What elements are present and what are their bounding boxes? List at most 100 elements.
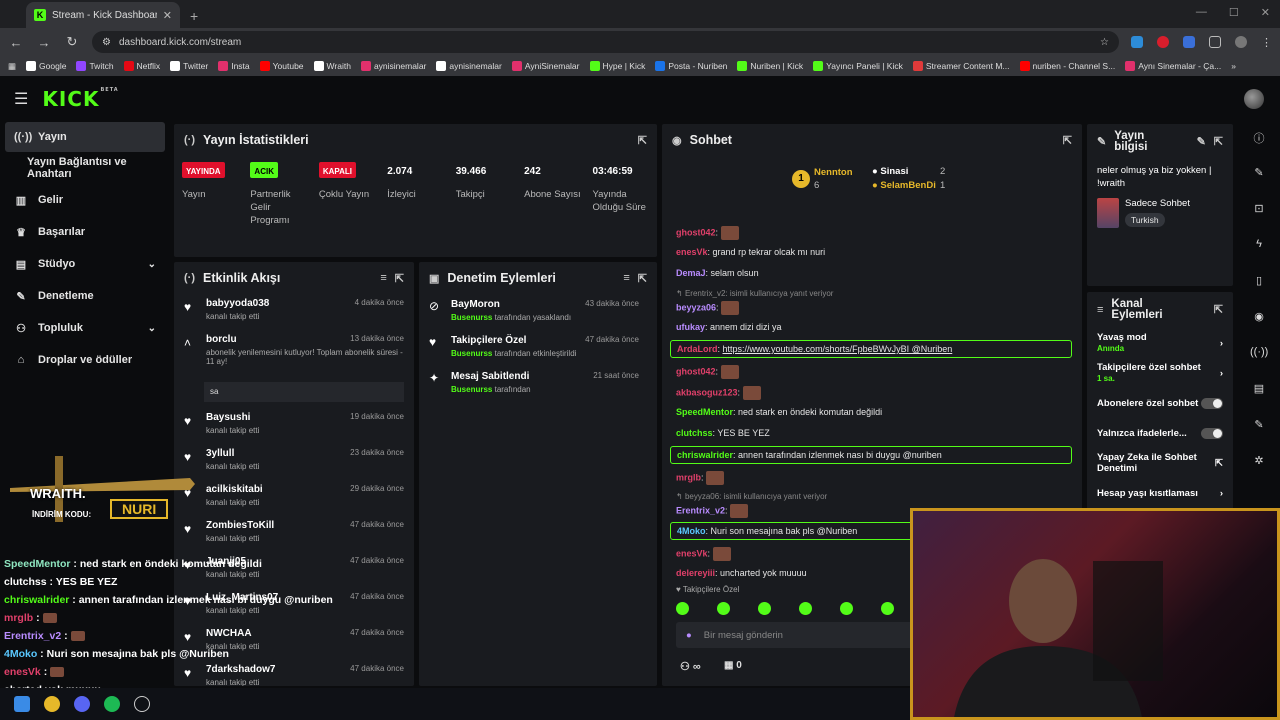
filter-icon[interactable]: ≡: [623, 272, 629, 284]
spotify-icon[interactable]: [104, 696, 120, 712]
windows-start-icon[interactable]: [14, 696, 30, 712]
moderator-name[interactable]: Busenurss: [451, 313, 492, 322]
reload-icon[interactable]: ↻: [64, 34, 80, 50]
layers-icon[interactable]: ▤: [1250, 382, 1268, 400]
emote-icon[interactable]: [676, 602, 689, 615]
chat-username[interactable]: Erentrix_v2: [676, 505, 725, 515]
chat-username[interactable]: ufukay: [676, 322, 705, 332]
chat-counter[interactable]: ▦ 0: [724, 660, 742, 671]
slow-mode-row[interactable]: Yavaş mod Anında ›: [1087, 328, 1233, 358]
account-age-row[interactable]: Hesap yaşı kısıtlaması ›: [1087, 478, 1233, 508]
popout-icon[interactable]: ⇱: [395, 272, 404, 285]
target-icon[interactable]: ⊡: [1250, 202, 1268, 220]
emote-icon[interactable]: [717, 602, 730, 615]
chat-users-icon[interactable]: ⚇ ∞: [680, 660, 701, 673]
activity-username[interactable]: ZombiesToKill: [206, 520, 274, 531]
chat-username[interactable]: 4Moko: [677, 526, 706, 536]
bookmark-item[interactable]: Streamer Content M...: [912, 61, 1010, 71]
bookmark-item[interactable]: Yayıncı Paneli | Kick: [813, 61, 903, 71]
bookmark-item[interactable]: Nuriben | Kick: [737, 61, 803, 71]
chat-username[interactable]: clutchss: [676, 428, 713, 438]
leader-2[interactable]: ● Sinasi: [872, 166, 908, 177]
chat-username[interactable]: beyyza06: [676, 302, 716, 312]
activity-username[interactable]: borclu: [206, 334, 237, 345]
edit-icon[interactable]: ✎: [1250, 166, 1268, 184]
bookmark-item[interactable]: Hype | Kick: [589, 61, 645, 71]
moderator-name[interactable]: Busenurss: [451, 349, 492, 358]
activity-username[interactable]: 3yllull: [206, 448, 234, 459]
menu-dots-icon[interactable]: ⋮: [1261, 36, 1272, 49]
chat-username[interactable]: enesVk: [676, 548, 708, 558]
leader-name[interactable]: Nennton: [814, 167, 853, 178]
document-icon[interactable]: ▯: [1250, 274, 1268, 292]
extension-icon[interactable]: [1157, 36, 1169, 48]
bookmark-item[interactable]: Aynı Sinemalar - Ça...: [1125, 61, 1221, 71]
broadcast-icon[interactable]: ((·)): [1250, 346, 1268, 364]
apps-grid-icon[interactable]: ▦: [8, 61, 16, 72]
chat-username[interactable]: enesVk: [676, 247, 708, 257]
moderation-title[interactable]: Mesaj Sabitlendi: [451, 371, 529, 382]
subs-only-toggle[interactable]: [1201, 397, 1223, 409]
bookmark-item[interactable]: nuriben - Channel S...: [1019, 61, 1115, 71]
site-info-icon[interactable]: ⚙: [102, 37, 111, 48]
popout-icon[interactable]: ⇱: [1063, 134, 1072, 147]
wrench-icon[interactable]: ✎: [1250, 418, 1268, 436]
back-icon[interactable]: ←: [8, 35, 24, 50]
bookmark-item[interactable]: Twitter: [170, 61, 208, 71]
user-avatar[interactable]: [1244, 89, 1264, 109]
bookmark-item[interactable]: AyniSinemalar: [511, 61, 580, 71]
leader-3[interactable]: ● SelamBenDi: [872, 180, 936, 191]
bookmark-item[interactable]: aynisinemalar: [436, 61, 502, 71]
obs-icon[interactable]: [134, 696, 150, 712]
sidebar-item-basarilar[interactable]: ♛ Başarılar: [0, 216, 170, 248]
sidebar-item-gelir[interactable]: ▥ Gelir: [0, 184, 170, 216]
popout-icon[interactable]: ⇱: [638, 272, 647, 285]
sidebar-item-studyo[interactable]: ▤ Stüdyo ⌄: [0, 248, 170, 280]
emote-icon[interactable]: [881, 602, 894, 615]
settings-icon[interactable]: ✲: [1250, 454, 1268, 472]
minimize-icon[interactable]: —: [1196, 6, 1207, 19]
bookmark-item[interactable]: Wraith: [313, 61, 351, 71]
moderation-title[interactable]: Takipçilere Özel: [451, 335, 526, 346]
close-window-icon[interactable]: ✕: [1261, 6, 1270, 19]
filter-icon[interactable]: ≡: [380, 272, 386, 284]
sidebar-item-droplar[interactable]: ⌂ Droplar ve ödüller: [0, 344, 170, 376]
chat-username[interactable]: DemaJ: [676, 268, 706, 278]
moderation-title[interactable]: BayMoron: [451, 299, 500, 310]
bookmark-star-icon[interactable]: ☆: [1100, 37, 1109, 48]
chat-username[interactable]: ghost042: [676, 227, 716, 237]
bookmark-item[interactable]: Insta: [218, 61, 250, 71]
chat-username[interactable]: ghost042: [676, 366, 716, 376]
profile-icon[interactable]: [1235, 36, 1247, 48]
sidebar-item-topluluk[interactable]: ⚇ Topluluk ⌄: [0, 312, 170, 344]
kick-logo[interactable]: KICKBETA: [42, 87, 118, 111]
chat-username[interactable]: chriswalrider: [677, 450, 733, 460]
emote-icon[interactable]: [840, 602, 853, 615]
hamburger-menu-icon[interactable]: ☰: [14, 89, 28, 109]
bookmarks-overflow-icon[interactable]: »: [1231, 61, 1236, 71]
ai-moderation-row[interactable]: Yapay Zeka ile Sohbet Denetimi ⇱: [1087, 448, 1233, 478]
extension-icon[interactable]: [1131, 36, 1143, 48]
activity-username[interactable]: Baysushi: [206, 412, 250, 423]
edit-icon[interactable]: ✎: [1197, 136, 1206, 148]
new-tab-icon[interactable]: +: [190, 8, 198, 24]
bookmark-item[interactable]: Twitch: [76, 61, 114, 71]
forward-icon[interactable]: →: [36, 35, 52, 50]
chrome-icon[interactable]: [44, 696, 60, 712]
emote-icon[interactable]: [799, 602, 812, 615]
chat-username[interactable]: ArdaLord: [677, 344, 718, 354]
chat-username[interactable]: delereyiii: [676, 568, 715, 578]
chat-bubble-icon[interactable]: ◉: [1250, 310, 1268, 328]
info-icon[interactable]: ⓘ: [1250, 130, 1268, 148]
moderator-name[interactable]: Busenurss: [451, 385, 492, 394]
mic-icon[interactable]: ●: [686, 630, 692, 641]
sidebar-item-denetleme[interactable]: ✎ Denetleme: [0, 280, 170, 312]
popout-icon[interactable]: ⇱: [1214, 304, 1223, 316]
lightning-icon[interactable]: ϟ: [1250, 238, 1268, 256]
activity-username[interactable]: acilkiskitabi: [206, 484, 263, 495]
extension-icon[interactable]: [1183, 36, 1195, 48]
bookmark-item[interactable]: aynisinemalar: [360, 61, 426, 71]
followers-only-row[interactable]: Takipçilere özel sohbet 1 sa. ›: [1087, 358, 1233, 388]
extensions-puzzle-icon[interactable]: [1209, 36, 1221, 48]
browser-tab[interactable]: K Stream - Kick Dashboard ✕: [26, 2, 180, 28]
